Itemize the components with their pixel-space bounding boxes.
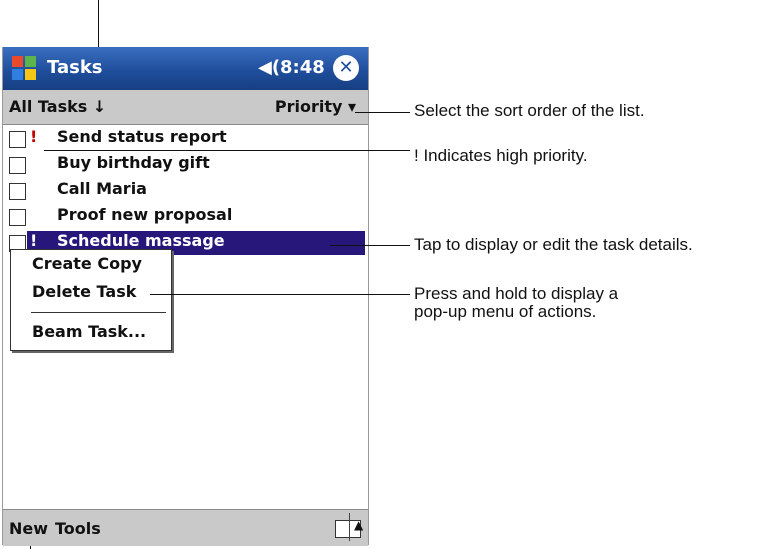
task-checkbox[interactable] (9, 183, 26, 200)
clock[interactable]: 8:48 (280, 57, 325, 78)
tools-menu[interactable]: Tools (55, 519, 101, 538)
annotation-priority: ! Indicates high priority. (414, 146, 588, 165)
high-priority-icon: ! (30, 127, 38, 146)
task-row[interactable]: Call Maria (3, 179, 368, 205)
new-menu[interactable]: New (9, 519, 48, 538)
sort-order-dropdown[interactable]: Priority ▾ (275, 97, 356, 116)
chevron-down-icon: ↓ (92, 97, 107, 116)
annotation-hold-line1: Press and hold to display a (414, 284, 619, 303)
task-row[interactable]: Buy birthday gift (3, 153, 368, 179)
callout-line-priority (44, 150, 410, 151)
menu-item-delete-task[interactable]: Delete Task (32, 282, 136, 301)
high-priority-icon: ! (30, 231, 38, 250)
task-name: Buy birthday gift (57, 153, 210, 172)
annotation-tap: Tap to display or edit the task details. (414, 235, 693, 254)
task-checkbox[interactable] (9, 131, 26, 148)
annotation-hold-line2: pop-up menu of actions. (414, 302, 597, 321)
close-icon[interactable]: ✕ (333, 55, 359, 81)
start-menu-icon[interactable] (9, 53, 39, 83)
menu-item-create-copy[interactable]: Create Copy (32, 254, 142, 273)
callout-line-tap (330, 245, 410, 246)
task-name: Send status report (57, 127, 227, 146)
chevron-down-icon: ▾ (347, 97, 356, 116)
filter-toolbar: All Tasks ↓ Priority ▾ (3, 90, 368, 125)
menu-divider (31, 312, 166, 313)
task-row[interactable]: Proof new proposal (3, 205, 368, 231)
menu-item-beam-task[interactable]: Beam Task... (32, 322, 146, 341)
category-filter-dropdown[interactable]: All Tasks ↓ (9, 97, 106, 116)
task-checkbox[interactable] (9, 157, 26, 174)
callout-line-hold (150, 294, 410, 295)
callout-line-sort (355, 112, 410, 113)
annotation-sort: Select the sort order of the list. (414, 101, 645, 120)
speaker-icon[interactable]: ◀( (258, 57, 280, 78)
task-name: Call Maria (57, 179, 147, 198)
context-menu: Create Copy Delete Task Beam Task... (10, 249, 172, 351)
app-title: Tasks (47, 57, 103, 78)
pocketpc-window: Tasks ◀( 8:48 ✕ All Tasks ↓ Priority ▾ !… (2, 47, 369, 546)
menu-bar: New Tools ▲ (3, 509, 368, 546)
divider (349, 513, 350, 541)
task-checkbox[interactable] (9, 209, 26, 226)
task-name: Proof new proposal (57, 205, 233, 224)
task-name: Schedule massage (57, 231, 225, 250)
title-bar: Tasks ◀( 8:48 ✕ (3, 47, 368, 90)
input-panel-arrow-icon[interactable]: ▲ (354, 518, 363, 532)
